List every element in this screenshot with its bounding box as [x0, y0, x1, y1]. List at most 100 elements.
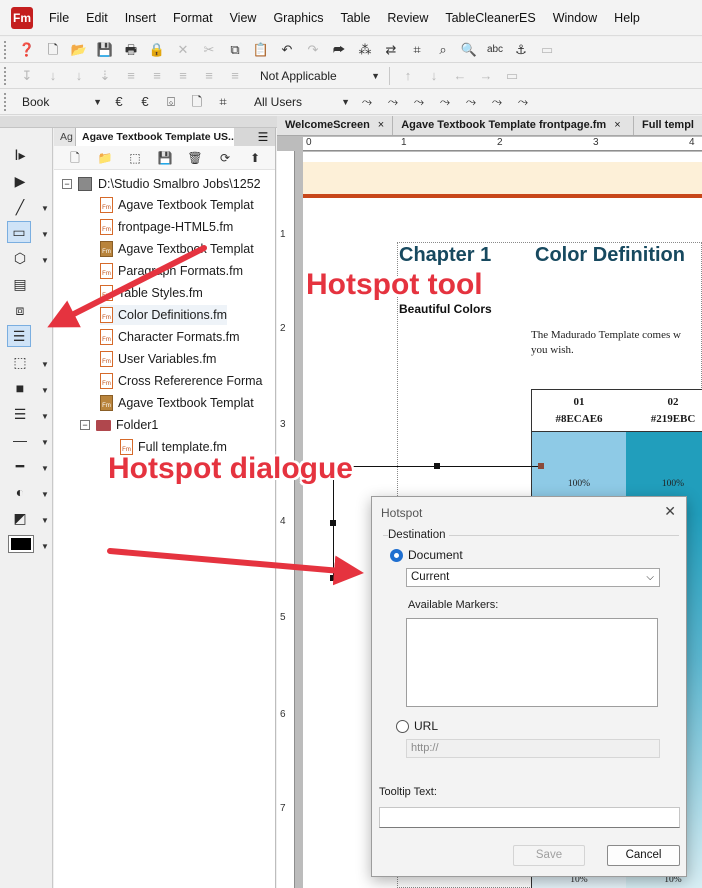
- tree-item[interactable]: Fm frontpage-HTML5.fm: [100, 217, 233, 237]
- arrow-down-icon-3[interactable]: ↓: [424, 66, 444, 86]
- collapse-icon[interactable]: −: [62, 179, 72, 189]
- delete-icon[interactable]: ✕: [173, 40, 193, 60]
- tree-item[interactable]: Fm Agave Textbook Templat: [100, 239, 254, 259]
- close-icon[interactable]: ✕: [664, 503, 676, 520]
- save-button[interactable]: Save: [513, 845, 585, 866]
- search-icon[interactable]: 🔍: [459, 40, 479, 60]
- sort-down-icon[interactable]: ⇣: [95, 66, 115, 86]
- copy-icon[interactable]: ⧉: [225, 40, 245, 60]
- chevron-down-icon[interactable]: ▼: [41, 542, 49, 551]
- selection-handle[interactable]: [330, 520, 336, 526]
- save-icon[interactable]: 💾: [155, 148, 175, 168]
- document-select[interactable]: Current ⌵: [406, 568, 660, 587]
- toolbar-grip[interactable]: [4, 66, 10, 85]
- menu-edit[interactable]: Edit: [86, 11, 108, 25]
- chevron-down-icon[interactable]: ▼: [41, 256, 49, 265]
- add-file-icon[interactable]: 🗋: [65, 148, 85, 168]
- selection-handle[interactable]: [434, 463, 440, 469]
- menu-view[interactable]: View: [230, 11, 257, 25]
- text-select-tool-icon[interactable]: Ⅰ▸: [8, 144, 32, 166]
- reject-icon[interactable]: ⤳: [409, 92, 429, 112]
- tree-item[interactable]: Fm Agave Textbook Templat: [100, 393, 254, 413]
- page-icon-2[interactable]: 🗋: [187, 92, 207, 112]
- add-folder-icon[interactable]: 📁: [95, 148, 115, 168]
- users-combo[interactable]: All Users ▼: [250, 92, 354, 112]
- line-style-icon[interactable]: —: [8, 429, 32, 451]
- tree-item[interactable]: Fm Table Styles.fm: [100, 283, 203, 303]
- track-changes-icon[interactable]: €: [109, 92, 129, 112]
- close-icon[interactable]: ×: [378, 116, 384, 135]
- frame-icon[interactable]: ⌺: [161, 92, 181, 112]
- chevron-down-icon[interactable]: ▼: [41, 464, 49, 473]
- tab-welcomescreen[interactable]: WelcomeScreen ×: [277, 116, 394, 135]
- cancel-button[interactable]: Cancel: [607, 845, 680, 866]
- text-frame-tool-icon[interactable]: ▤: [8, 273, 32, 295]
- accept-icon[interactable]: ⤳: [357, 92, 377, 112]
- url-radio[interactable]: [396, 720, 409, 733]
- tree-item[interactable]: Fm Agave Textbook Templat: [100, 195, 254, 215]
- menu-tablecleaneres[interactable]: TableCleanerES: [445, 11, 535, 25]
- line-weight-icon[interactable]: ☰: [8, 403, 32, 425]
- rectangle-tool-icon[interactable]: ▭: [7, 221, 31, 243]
- change-list-icon[interactable]: ⤳: [513, 92, 533, 112]
- menu-format[interactable]: Format: [173, 11, 213, 25]
- menu-file[interactable]: File: [49, 11, 69, 25]
- selection-handle[interactable]: [538, 463, 544, 469]
- arrow-down-icon[interactable]: ↓: [43, 66, 63, 86]
- accept-all-icon[interactable]: ⤳: [383, 92, 403, 112]
- graphic-frame-tool-icon[interactable]: ⧈: [8, 299, 32, 321]
- crop-icon[interactable]: ⌗: [213, 92, 233, 112]
- line-tool-icon[interactable]: ╱: [8, 196, 32, 218]
- hamburger-icon[interactable]: ☰: [251, 128, 275, 146]
- arrow-up-icon[interactable]: ↑: [398, 66, 418, 86]
- hotspot-tool-icon[interactable]: ☰: [7, 325, 31, 347]
- save-icon[interactable]: 💾: [95, 40, 115, 60]
- chevron-down-icon[interactable]: ▼: [41, 490, 49, 499]
- tab-agave-frontpage[interactable]: Agave Textbook Template frontpage.fm ×: [393, 116, 635, 135]
- delete-icon[interactable]: 🗑: [185, 148, 205, 168]
- move-up-icon[interactable]: ⬆: [245, 148, 265, 168]
- tab-full-template[interactable]: Full templ: [634, 116, 702, 135]
- redo-icon[interactable]: ↷: [303, 40, 323, 60]
- convert-icon[interactable]: ⇄: [381, 40, 401, 60]
- tree-item[interactable]: Fm Cross Refererence Forma: [100, 371, 263, 391]
- document-radio[interactable]: [390, 549, 403, 562]
- chevron-down-icon[interactable]: ▼: [41, 516, 49, 525]
- chevron-down-icon[interactable]: ▼: [41, 412, 49, 421]
- move-down-icon[interactable]: ↧: [17, 66, 37, 86]
- align-left-icon[interactable]: ≡: [121, 66, 141, 86]
- tree-root[interactable]: − D:\Studio Smalbro Jobs\1252: [62, 174, 261, 194]
- align-center-icon[interactable]: ≡: [147, 66, 167, 86]
- chevron-down-icon[interactable]: ▼: [41, 230, 49, 239]
- tab-agave-small[interactable]: Ag: [54, 128, 76, 146]
- color-swatch-icon[interactable]: [7, 533, 35, 555]
- tab-agave-textbook[interactable]: Agave Textbook Template US...: [76, 128, 234, 146]
- chevron-down-icon[interactable]: ▼: [41, 204, 49, 213]
- select-marquee-icon[interactable]: ⬚: [8, 351, 32, 373]
- tooltip-input[interactable]: [379, 807, 680, 828]
- new-file-icon[interactable]: 🗋: [43, 40, 63, 60]
- cut-icon[interactable]: ✂: [199, 40, 219, 60]
- overprint-icon[interactable]: ◩: [8, 507, 32, 529]
- toolbar-grip[interactable]: [4, 40, 10, 59]
- print-icon[interactable]: 🖶: [121, 40, 141, 60]
- collapse-icon[interactable]: −: [80, 420, 90, 430]
- polygon-tool-icon[interactable]: ⬡: [8, 247, 32, 269]
- more-icon[interactable]: ▭: [537, 40, 557, 60]
- spellcheck-icon[interactable]: abc: [485, 40, 505, 60]
- tree-item-selected[interactable]: Fm Color Definitions.fm: [100, 305, 228, 325]
- menu-table[interactable]: Table: [340, 11, 370, 25]
- menu-help[interactable]: Help: [614, 11, 640, 25]
- tint-icon[interactable]: ◐: [8, 481, 32, 503]
- condition-combo[interactable]: Not Applicable ▼: [256, 66, 384, 86]
- add-group-icon[interactable]: ⬚: [125, 148, 145, 168]
- tree-item[interactable]: Fm User Variables.fm: [100, 349, 216, 369]
- update-book-icon[interactable]: ⟳: [215, 148, 235, 168]
- menu-window[interactable]: Window: [553, 11, 597, 25]
- arrow-left-icon[interactable]: ←: [450, 66, 470, 86]
- chevron-down-icon[interactable]: ▼: [41, 360, 49, 369]
- lock-track-icon[interactable]: €: [135, 92, 155, 112]
- menu-graphics[interactable]: Graphics: [273, 11, 323, 25]
- open-folder-icon[interactable]: 📂: [69, 40, 89, 60]
- toolbar-grip[interactable]: [4, 92, 10, 111]
